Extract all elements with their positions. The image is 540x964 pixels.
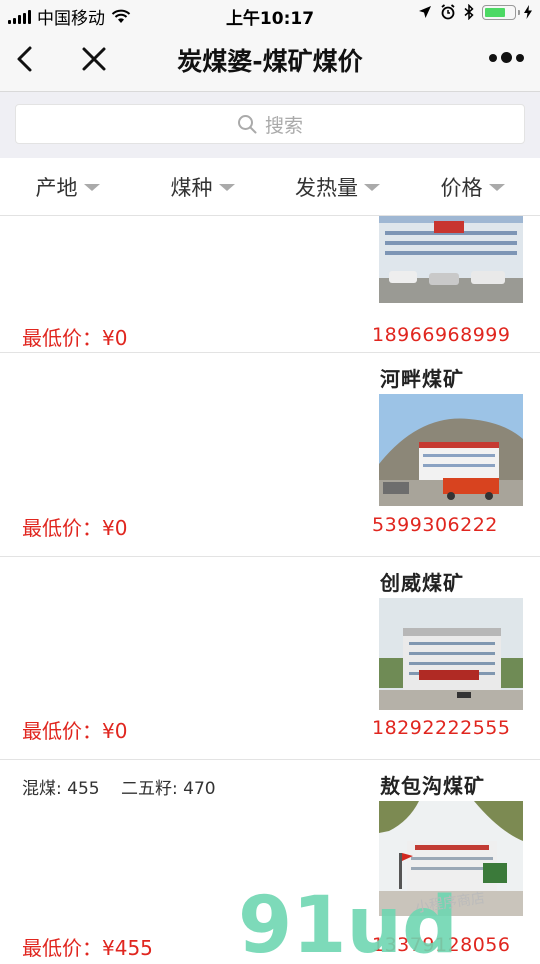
caret-down-icon — [364, 184, 380, 191]
filter-calorific-value[interactable]: 发热量 — [270, 158, 405, 215]
filter-label: 产地 — [35, 175, 78, 200]
mine-photo — [379, 394, 523, 506]
search-icon — [237, 115, 257, 134]
page-title: 炭煤婆-煤矿煤价 — [177, 47, 363, 76]
min-price: 最低价：¥455 — [22, 936, 153, 960]
chevron-left-icon[interactable] — [12, 44, 38, 74]
min-price: 最低价：¥0 — [22, 326, 128, 350]
phone-number[interactable]: 13379128056 — [372, 934, 510, 956]
list-item[interactable]: 混煤: 455 二五籽: 470 敖包沟煤矿 最低价：¥455 13379128… — [0, 760, 540, 960]
filter-label: 价格 — [440, 175, 483, 200]
battery-icon — [482, 4, 520, 20]
mine-name: 河畔煤矿 — [380, 367, 464, 391]
phone-number[interactable]: 18292222555 — [372, 717, 510, 739]
status-right — [418, 4, 532, 20]
close-icon[interactable] — [80, 44, 108, 74]
filter-price[interactable]: 价格 — [405, 158, 540, 215]
caret-down-icon — [83, 184, 100, 191]
min-price: 最低价：¥0 — [22, 719, 128, 743]
caret-down-icon — [218, 184, 235, 191]
status-bar: 中国移动 上午10:17 — [0, 0, 540, 30]
coal-price-item: 二五籽: 470 — [121, 779, 216, 799]
search-input[interactable]: 搜索 — [15, 104, 525, 144]
mine-name: 创威煤矿 — [380, 571, 464, 595]
nav-bar: 炭煤婆-煤矿煤价 — [0, 30, 540, 92]
filter-origin[interactable]: 产地 — [0, 158, 135, 215]
mine-photo — [379, 216, 523, 303]
alarm-icon — [441, 4, 455, 20]
filter-label: 发热量 — [295, 175, 358, 200]
filter-bar: 产地 煤种 发热量 价格 — [0, 158, 540, 216]
mine-list: 最低价：¥0 18966968999 河畔煤矿 最低价：¥0 539930622… — [0, 216, 540, 960]
search-area: 搜索 — [0, 92, 540, 158]
mine-photo — [379, 801, 523, 916]
coal-prices: 混煤: 455 二五籽: 470 — [22, 774, 216, 799]
min-price: 最低价：¥0 — [22, 516, 128, 540]
list-item[interactable]: 最低价：¥0 18966968999 — [0, 216, 540, 353]
filter-coal-type[interactable]: 煤种 — [135, 158, 270, 215]
filter-label: 煤种 — [170, 175, 213, 200]
bluetooth-icon — [464, 4, 474, 20]
location-arrow-icon — [419, 6, 431, 18]
coal-price-item: 混煤: 455 — [22, 779, 100, 799]
more-dots-icon[interactable] — [489, 52, 524, 63]
mine-photo — [379, 598, 523, 710]
phone-number[interactable]: 5399306222 — [372, 514, 498, 536]
list-item[interactable]: 河畔煤矿 最低价：¥0 5399306222 — [0, 353, 540, 557]
caret-down-icon — [488, 184, 505, 191]
phone-number[interactable]: 18966968999 — [372, 324, 510, 346]
list-item[interactable]: 创威煤矿 最低价：¥0 18292222555 — [0, 557, 540, 760]
mine-name: 敖包沟煤矿 — [380, 774, 485, 798]
search-placeholder: 搜索 — [264, 114, 303, 137]
charging-icon — [524, 5, 532, 19]
